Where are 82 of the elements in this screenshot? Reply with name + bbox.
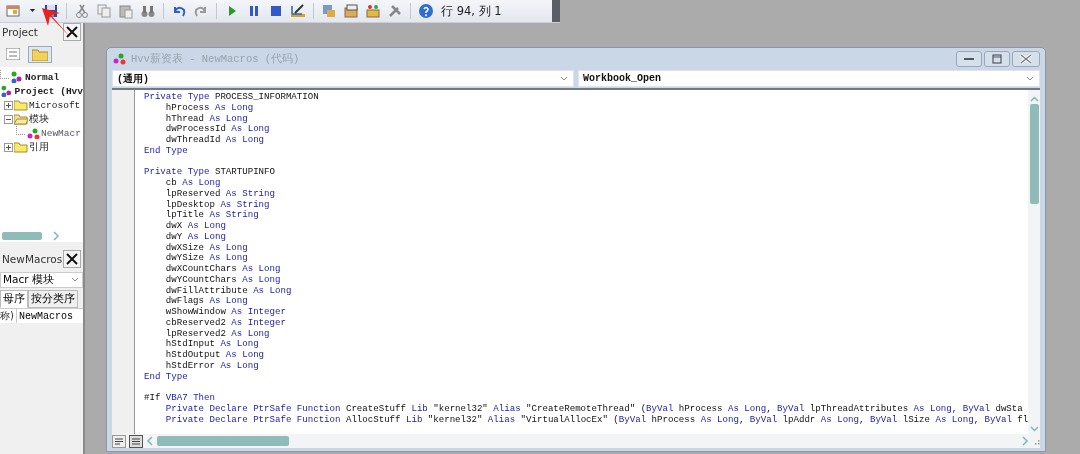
list-icon[interactable] <box>6 48 20 60</box>
code-line: hProcess As Long <box>164 102 255 114</box>
stop-icon[interactable] <box>268 3 284 19</box>
code-line: lpTitle As String <box>164 210 260 221</box>
folder-icon[interactable] <box>32 47 48 61</box>
code-line: hStdError As Long <box>164 360 260 372</box>
code-line: dwYCountChars As Long <box>164 274 282 286</box>
minimize-button[interactable] <box>956 51 983 67</box>
design-mode-icon[interactable] <box>290 3 306 19</box>
code-line: cbReserved2 As Integer <box>164 317 287 329</box>
code-line: End Type <box>144 371 189 383</box>
resize-grip-icon[interactable] <box>1032 437 1041 445</box>
code-line: Private Type PROCESS_INFORMATION <box>144 92 320 103</box>
code-line: hThread As Long <box>164 113 249 124</box>
cut-icon[interactable] <box>74 3 90 19</box>
object-dropdown[interactable]: (通用) <box>112 70 575 87</box>
code-line: Private Declare PtrSafe Function CreateStuff Lib "kernel32" Alias "CreateRemoteThread" (ByVal hProcess As Long, ByVal lpThreadAttributes As Long, ByVal dwSta <box>164 403 1024 415</box>
maximize-icon[interactable] <box>992 54 1003 64</box>
collapse-toggle[interactable] <box>4 114 13 124</box>
properties-icon[interactable] <box>343 3 359 19</box>
property-name: 称) <box>0 309 17 323</box>
code-line: End Type <box>144 145 189 157</box>
scrollbar-thumb[interactable] <box>2 232 42 240</box>
code-line: cb As Long <box>164 178 222 189</box>
code-line: lpReserved2 As Long <box>164 328 271 339</box>
scrollbar-thumb[interactable] <box>1029 104 1039 204</box>
tab[interactable]: 母序 <box>0 290 28 308</box>
tab[interactable]: 按分类序 <box>28 290 78 308</box>
code-line: dwX As Long <box>164 221 227 232</box>
copy-icon[interactable] <box>96 3 112 19</box>
scroll-right-icon[interactable] <box>52 231 60 241</box>
minimize-icon[interactable] <box>963 55 976 63</box>
expand-toggle[interactable] <box>4 100 13 110</box>
panel-title: Project <box>2 26 38 38</box>
panel-title: NewMacros <box>2 253 63 265</box>
tree-item[interactable]: 引用 <box>29 140 49 154</box>
code-line: Private Type STARTUPINFO <box>144 167 276 178</box>
maximize-button[interactable] <box>984 51 1011 67</box>
code-line: #If VBA7 Then <box>144 393 216 404</box>
code-line: dwFillAttribute As Long <box>164 285 293 296</box>
dropdown-icon[interactable] <box>70 276 80 284</box>
tree-item[interactable]: Microsoft <box>29 99 81 111</box>
code-line: lpDesktop As String <box>164 199 271 210</box>
object-browser-icon[interactable] <box>365 3 381 19</box>
table-icon[interactable] <box>5 3 21 19</box>
module-icon[interactable] <box>26 127 40 139</box>
toggle-folders-button[interactable] <box>28 45 52 63</box>
object-dropdown[interactable]: Macr 模块 <box>0 272 83 288</box>
help-icon[interactable] <box>418 3 434 19</box>
paste-icon[interactable] <box>118 3 134 19</box>
code-line: dwXSize As Long <box>164 242 249 253</box>
project-icon[interactable] <box>10 71 24 83</box>
scroll-up-icon[interactable] <box>1029 96 1039 102</box>
scrollbar-thumb[interactable] <box>157 436 289 446</box>
dropdown-icon[interactable] <box>1025 74 1036 83</box>
code-line: Private Declare PtrSafe Function AllocStuff Lib "kernel32" Alias "VirtualAllocEx" (ByVal hProcess As Long, ByVal lpAddr As Long, ByVal lSize As Long, ByVal fl <box>164 414 1029 426</box>
dropdown-icon[interactable] <box>559 74 570 83</box>
scroll-right-icon[interactable] <box>1021 436 1030 446</box>
code-line: lpReserved As String <box>164 188 276 200</box>
scroll-down-icon[interactable] <box>1029 426 1039 432</box>
module-icon[interactable] <box>112 52 128 66</box>
tree-item[interactable]: Project (Hvv <box>14 85 83 97</box>
procedure-dropdown[interactable]: Workbook_Open <box>578 70 1041 87</box>
code-line: dwXCountChars As Long <box>164 264 282 275</box>
tree-item[interactable]: Normal <box>25 71 60 83</box>
cursor-position: 行 94, 列 1 <box>441 3 503 19</box>
tree-item[interactable]: 模块 <box>29 112 49 126</box>
project-icon[interactable] <box>0 85 14 97</box>
code-line: dwThreadId As Long <box>164 135 266 146</box>
binoculars-icon[interactable] <box>140 3 156 19</box>
code-line: wShowWindow As Integer <box>164 307 287 318</box>
toolbar-grip[interactable] <box>552 0 560 22</box>
code-line: hStdInput As Long <box>164 339 260 350</box>
scroll-left-icon[interactable] <box>146 436 154 446</box>
code-line: dwYSize As Long <box>164 253 249 264</box>
property-value[interactable]: NewMacros <box>16 310 73 322</box>
code-line: dwY As Long <box>164 231 227 243</box>
code-line: dwFlags As Long <box>164 296 249 307</box>
tree-item[interactable]: NewMacr <box>41 127 81 139</box>
code-line: hStdOutput As Long <box>164 350 266 361</box>
expand-toggle[interactable] <box>4 142 13 152</box>
code-line: dwProcessId As Long <box>164 124 271 135</box>
